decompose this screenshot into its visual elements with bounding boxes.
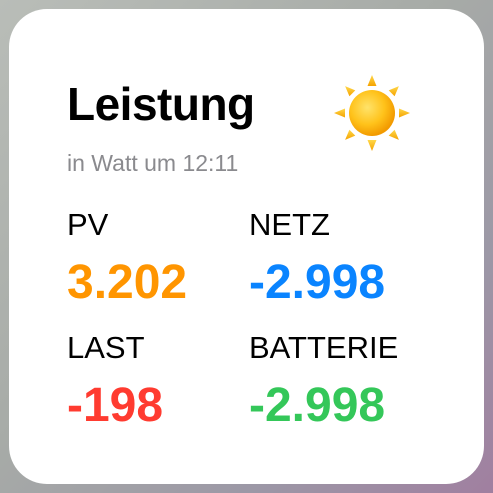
netz-label: NETZ — [249, 207, 330, 242]
pv-value: 3.202 — [67, 256, 188, 309]
batterie-value: -2.998 — [249, 379, 386, 432]
pv-label: PV — [67, 207, 109, 242]
widget-subtitle: in Watt um 12:11 — [67, 150, 239, 176]
widget-title: Leistung — [67, 78, 255, 130]
netz-value: -2.998 — [249, 256, 386, 309]
last-label: LAST — [67, 330, 145, 365]
power-widget[interactable]: Leistung in Watt um 12:11 PV 3.202 NETZ … — [9, 9, 484, 484]
last-value: -198 — [67, 379, 164, 432]
sun-icon — [334, 75, 410, 151]
batterie-label: BATTERIE — [249, 330, 399, 365]
